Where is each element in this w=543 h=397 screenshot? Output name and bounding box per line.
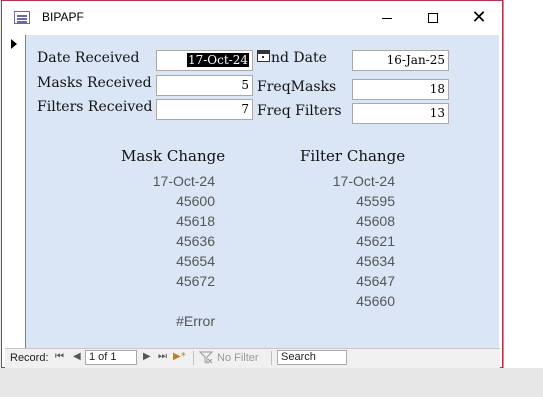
form-window: BIPAPF ✕ Date Received Masks Received Fi…: [1, 0, 503, 368]
nav-separator: [271, 351, 272, 365]
last-record-icon[interactable]: ⏭: [158, 351, 167, 362]
filter-change-value: 45608: [356, 213, 395, 229]
date-received-field[interactable]: 17-Oct-24: [156, 50, 253, 71]
end-date-label: nd Date: [271, 50, 327, 66]
mask-change-value: 45654: [176, 253, 215, 269]
end-date-field[interactable]: 16-Jan-25: [352, 50, 449, 71]
close-button[interactable]: ✕: [456, 1, 502, 35]
record-position-field[interactable]: 1 of 1: [85, 350, 137, 365]
record-navigation-bar: Record: ⏮ ◀ 1 of 1 ▶ ⏭ ▶* No Filter Sear…: [5, 348, 500, 368]
next-record-icon[interactable]: ▶: [143, 351, 151, 362]
mask-change-error-value: #Error: [176, 313, 215, 329]
freq-filters-field[interactable]: 13: [352, 103, 449, 124]
filter-change-value: 45647: [356, 273, 395, 289]
close-icon: ✕: [471, 7, 487, 28]
filters-received-label: Filters Received: [37, 99, 153, 115]
minimize-icon: [382, 17, 392, 19]
freq-masks-field[interactable]: 18: [352, 79, 449, 100]
date-picker-icon[interactable]: [257, 50, 270, 62]
mask-change-value: 45636: [176, 233, 215, 249]
filter-icon: [199, 351, 213, 364]
nav-separator: [193, 351, 194, 365]
record-label: Record:: [10, 352, 49, 364]
filter-change-value: 45595: [356, 193, 395, 209]
filters-received-field[interactable]: 7: [156, 99, 253, 120]
title-bar[interactable]: BIPAPF ✕: [2, 1, 502, 35]
maximize-icon: [428, 13, 438, 23]
mask-change-value: 45618: [176, 213, 215, 229]
filter-change-value: 45634: [356, 253, 395, 269]
no-filter-button[interactable]: No Filter: [217, 352, 259, 364]
previous-record-icon[interactable]: ◀: [73, 351, 81, 362]
workspace-bottom-area: [0, 368, 543, 397]
filter-change-value: 45621: [356, 233, 395, 249]
freq-filters-label: Freq Filters: [257, 103, 342, 119]
record-selector[interactable]: [5, 35, 26, 348]
mask-change-value: 45600: [176, 193, 215, 209]
date-received-label: Date Received: [37, 50, 140, 66]
new-record-icon[interactable]: ▶*: [173, 351, 186, 362]
filter-change-heading: Filter Change: [300, 147, 406, 165]
minimize-button[interactable]: [364, 1, 410, 35]
mask-change-heading: Mask Change: [121, 147, 226, 165]
mask-change-value: 45672: [176, 273, 215, 289]
date-received-value: 17-Oct-24: [186, 53, 249, 67]
freq-masks-label: FreqMasks: [257, 79, 337, 95]
masks-received-label: Masks Received: [37, 75, 152, 91]
window-title: BIPAPF: [42, 10, 84, 24]
form-detail-section: Date Received Masks Received Filters Rec…: [26, 35, 499, 348]
maximize-button[interactable]: [410, 1, 456, 35]
form-icon: [14, 11, 30, 24]
workspace-right-area: [503, 0, 543, 397]
filter-change-value: 17-Oct-24: [332, 173, 395, 189]
first-record-icon[interactable]: ⏮: [55, 351, 64, 362]
masks-received-field[interactable]: 5: [156, 75, 253, 96]
filter-change-value: 45660: [356, 293, 395, 309]
current-record-arrow-icon: [11, 39, 17, 49]
mask-change-value: 17-Oct-24: [152, 173, 215, 189]
search-box[interactable]: Search: [277, 350, 347, 365]
